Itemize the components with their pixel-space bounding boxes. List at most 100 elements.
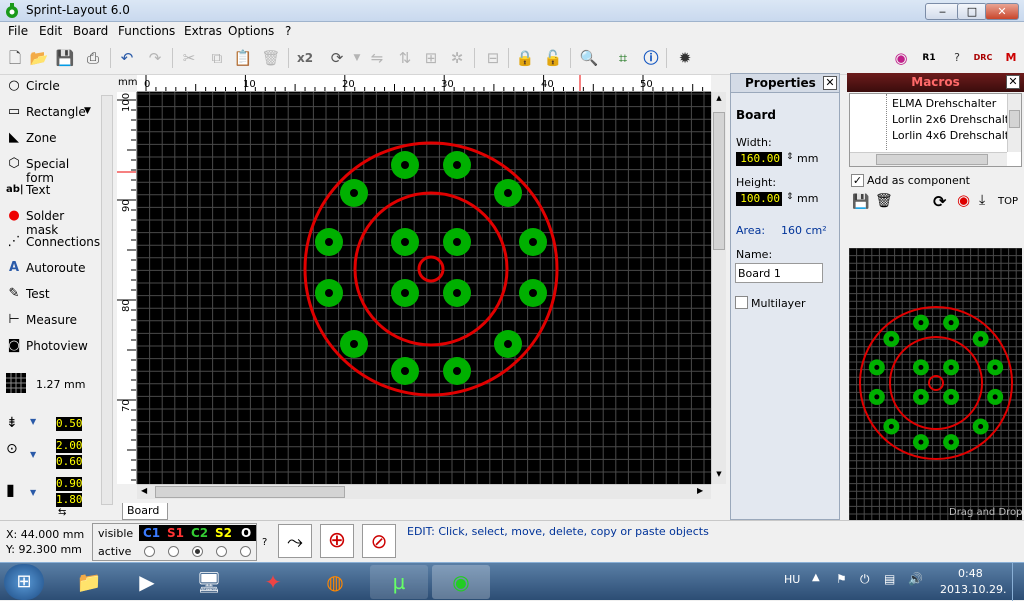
tool-palette-scrollbar[interactable] (101, 95, 113, 505)
tool-solder-mask[interactable]: ● Solder mask (4, 205, 98, 237)
menu-extras[interactable]: Extras (184, 24, 222, 38)
grid-icon[interactable] (6, 373, 26, 393)
unlock-icon[interactable]: 🔓 (542, 47, 564, 69)
active-layer-radio[interactable] (216, 546, 227, 557)
maximize-button[interactable]: □ (957, 3, 987, 20)
sprint-layout-taskbar-icon[interactable]: ◉ (432, 565, 490, 599)
macros-close-icon[interactable]: ✕ (1006, 75, 1020, 89)
help-question-icon[interactable]: ? (946, 47, 968, 69)
clock-date[interactable]: 2013.10.29. (940, 583, 1006, 596)
info-icon[interactable]: ⓘ (640, 47, 662, 69)
utorrent-taskbar-icon[interactable]: µ (370, 565, 428, 599)
delete-icon[interactable]: 🗑 (260, 47, 282, 69)
firefox-taskbar-icon[interactable]: ◍ (306, 565, 364, 599)
smd-height-field[interactable]: 1.80 (56, 493, 83, 507)
macro-item[interactable]: Lorlin 2x6 Drehschalter (892, 113, 1020, 126)
canvas-horizontal-scrollbar[interactable]: ◀ ▶ (137, 484, 711, 499)
duplicate-x2-button[interactable]: x2 (294, 47, 316, 69)
add-as-component-checkbox[interactable]: ✓ (851, 174, 864, 187)
component-icon[interactable]: ✹ (674, 47, 696, 69)
vertical-scroll-thumb[interactable] (713, 112, 725, 250)
tool-circle[interactable]: ○ Circle (4, 75, 98, 97)
layer-s2[interactable]: S2 (215, 526, 232, 540)
ring-icon[interactable]: ◉ (890, 47, 912, 69)
snap-icon[interactable]: ✲ (446, 47, 468, 69)
active-layer-radio[interactable] (144, 546, 155, 557)
tool-rectangle[interactable]: ▭ Rectangle ▼ (4, 101, 98, 123)
layer-o[interactable]: O (241, 526, 251, 540)
tool-zone[interactable]: ◣ Zone (4, 127, 98, 149)
active-layer-radio[interactable] (192, 546, 203, 557)
tool-measure[interactable]: ⊢ Measure (4, 309, 98, 331)
menu-file[interactable]: File (8, 24, 28, 38)
scroll-down-icon[interactable]: ▼ (713, 470, 725, 480)
tool-text[interactable]: ab| Text (4, 179, 98, 201)
macro-tree-hscroll[interactable] (850, 152, 1007, 166)
height-field[interactable]: 100.00 (736, 192, 782, 206)
board-name-input[interactable] (735, 263, 823, 283)
pad-inner-field[interactable]: 0.60 (56, 455, 83, 469)
cut-icon[interactable]: ✂ (178, 47, 200, 69)
active-layer-radio[interactable] (168, 546, 179, 557)
layer-c1[interactable]: C1 (143, 526, 160, 540)
pad-dropdown-icon[interactable]: ▼ (30, 450, 36, 459)
macro-preview[interactable]: Drag and Drop (849, 248, 1022, 520)
rectangle-dropdown-icon[interactable]: ▼ (84, 106, 91, 116)
redo-icon[interactable]: ↷ (144, 47, 166, 69)
macro-save-icon[interactable]: 💾 (852, 194, 869, 210)
macro-m-icon[interactable]: M (1000, 47, 1022, 69)
explorer-taskbar-icon[interactable]: 📁 (60, 565, 118, 599)
scroll-right-icon[interactable]: ▶ (697, 486, 703, 495)
undo-icon[interactable]: ↶ (116, 47, 138, 69)
macro-item[interactable]: Lorlin 4x6 Drehschalter (892, 129, 1020, 142)
pad-outer-field[interactable]: 2.00 (56, 439, 83, 453)
language-indicator[interactable]: HU (784, 573, 800, 586)
no-connection-icon[interactable]: ⊘ (362, 524, 396, 558)
power-icon[interactable]: ⏻ (860, 572, 870, 587)
lock-icon[interactable]: 🔒 (514, 47, 536, 69)
smd-width-field[interactable]: 0.90 (56, 477, 83, 491)
tool-test[interactable]: ✎ Test (4, 283, 98, 305)
network-taskbar-icon[interactable]: 🖥 (180, 565, 238, 599)
outer-track-circle[interactable] (303, 141, 559, 397)
properties-close-icon[interactable]: ✕ (823, 76, 837, 90)
canvas-vertical-scrollbar[interactable]: ▲ ▼ (711, 92, 726, 484)
network-icon[interactable]: ▤ (884, 572, 895, 586)
macro-tree[interactable]: ELMA Drehschalter Lorlin 2x6 Drehschalte… (849, 93, 1022, 167)
mirror-vertical-icon[interactable]: ⇅ (394, 47, 416, 69)
height-spin-icon[interactable]: ⇕ (786, 192, 794, 202)
track-width-dropdown-icon[interactable]: ▼ (30, 417, 36, 426)
macro-rotate-icon[interactable]: ⟳ (933, 192, 946, 211)
menu-functions[interactable]: Functions (118, 24, 175, 38)
tool-photoview[interactable]: ◙ Photoview (4, 335, 98, 357)
menu-help[interactable]: ? (285, 24, 291, 38)
show-desktop-button[interactable] (1012, 563, 1024, 601)
minimize-button[interactable]: ‒ (925, 3, 960, 20)
middle-track-circle[interactable] (353, 191, 509, 347)
layer-c2[interactable]: C2 (191, 526, 208, 540)
tray-expand-icon[interactable]: ▲ (812, 572, 820, 583)
menu-edit[interactable]: Edit (39, 24, 62, 38)
paste-icon[interactable]: 📋 (232, 47, 254, 69)
media-player-taskbar-icon[interactable]: ▶ (118, 565, 176, 599)
app-taskbar-icon[interactable]: ✦ (244, 565, 302, 599)
tool-special-form[interactable]: ⬡ Special form (4, 153, 98, 185)
save-icon[interactable]: 💾 (54, 47, 76, 69)
swap-icon[interactable]: ⇆ (58, 507, 66, 518)
scroll-up-icon[interactable]: ▲ (713, 94, 725, 104)
tool-connections[interactable]: ⋰ Connections (4, 231, 101, 253)
volume-icon[interactable]: 🔊 (908, 572, 923, 586)
new-file-icon[interactable]: 🗋 (4, 47, 26, 69)
open-folder-icon[interactable]: 📂 (28, 47, 50, 69)
align-icon[interactable]: ⊞ (420, 47, 442, 69)
horizontal-scroll-thumb[interactable] (155, 486, 345, 498)
rotate-dropdown-icon[interactable]: ▼ (346, 47, 368, 69)
macro-record-icon[interactable]: ◉ (957, 191, 970, 209)
rotate-icon[interactable]: ⟳ (326, 47, 348, 69)
r1-icon[interactable]: R1 (918, 47, 940, 69)
menu-board[interactable]: Board (73, 24, 108, 38)
track-width-field[interactable]: 0.50 (56, 417, 83, 431)
menu-options[interactable]: Options (228, 24, 274, 38)
board-tab[interactable]: Board 1 (122, 503, 168, 532)
pcb-layout-drawing[interactable] (137, 92, 711, 484)
